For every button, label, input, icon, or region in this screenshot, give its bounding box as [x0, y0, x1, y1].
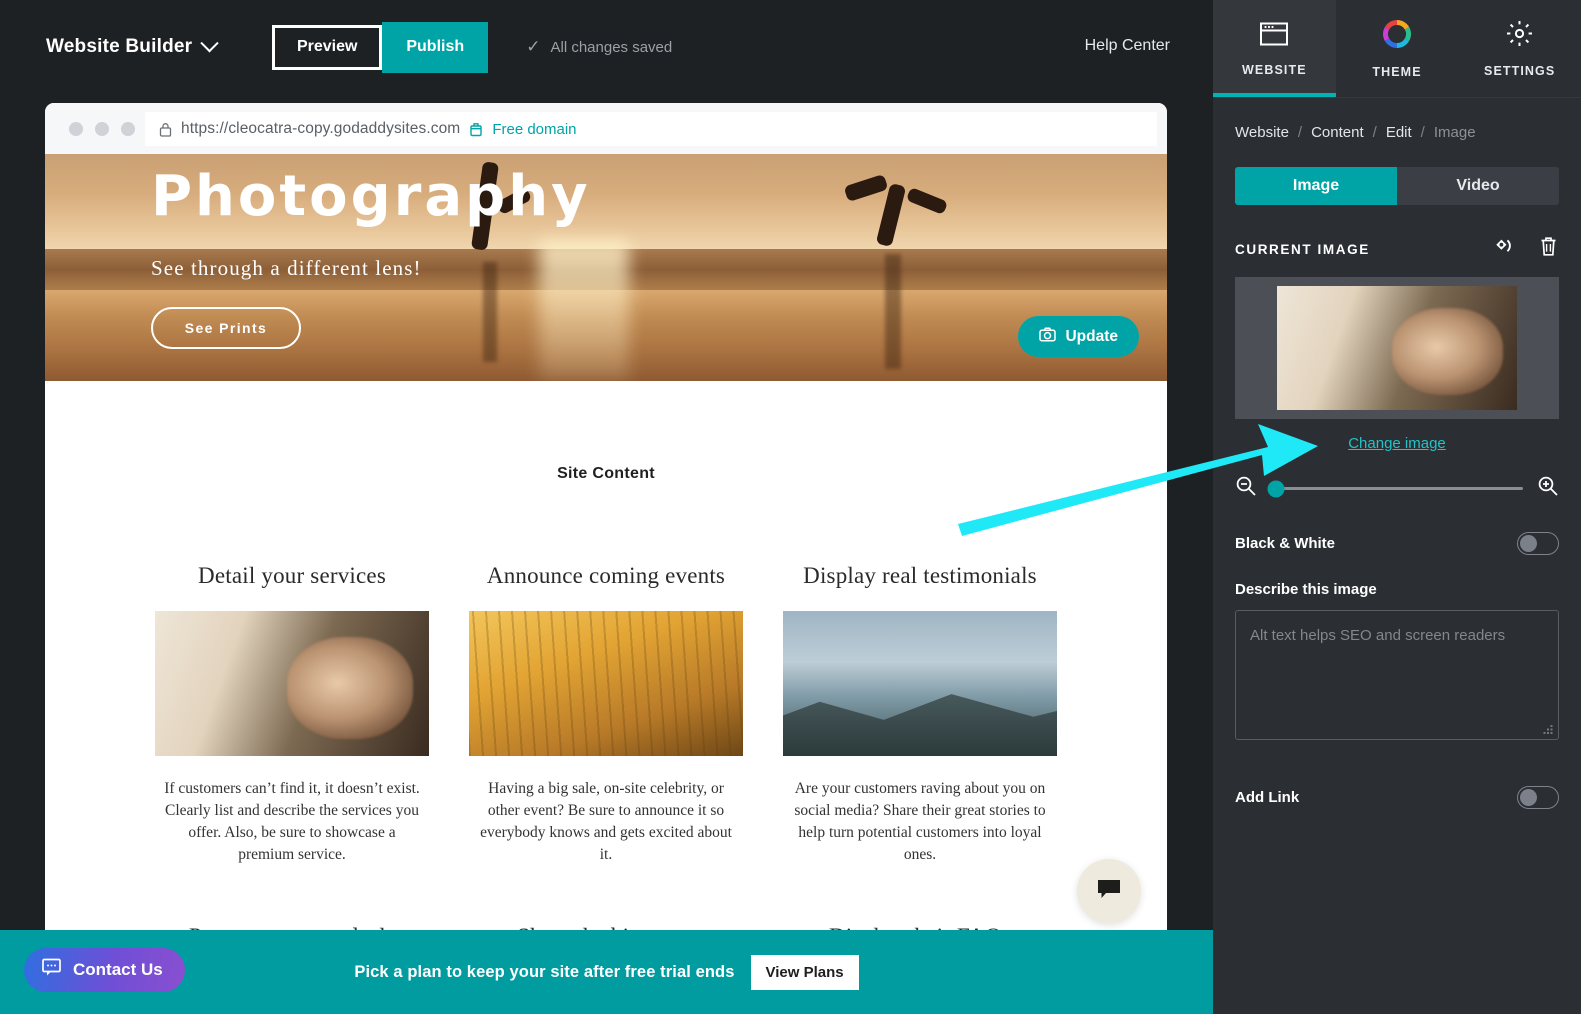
content-cards-row-1: Detail your services If customers can’t …: [45, 563, 1167, 866]
app-root: Website Builder Preview Publish ✓ All ch…: [0, 0, 1581, 1014]
zoom-out-icon[interactable]: [1235, 475, 1257, 502]
card-heading: Detail your services: [198, 563, 386, 588]
update-image-button[interactable]: Update: [1018, 316, 1139, 357]
media-tab-video[interactable]: Video: [1397, 167, 1559, 205]
preview-button[interactable]: Preview: [272, 24, 383, 70]
alt-text-placeholder: Alt text helps SEO and screen readers: [1250, 627, 1506, 644]
tab-settings-label: SETTINGS: [1484, 64, 1556, 78]
trial-message: Pick a plan to keep your site after free…: [354, 962, 735, 981]
panel-tabs: WEBSITE THEME SETTINGS: [1213, 0, 1581, 98]
zoom-slider-track[interactable]: [1267, 480, 1523, 497]
card-heading: Display real testimonials: [803, 563, 1037, 588]
add-link-row: Add Link: [1235, 786, 1559, 809]
describe-image-label: Describe this image: [1235, 581, 1377, 598]
see-prints-button[interactable]: See Prints: [151, 306, 301, 349]
chat-bubble-icon: [1096, 878, 1122, 905]
black-white-toggle[interactable]: [1517, 532, 1559, 555]
content-card[interactable]: Announce coming events Having a big sale…: [469, 563, 743, 866]
card-heading: Announce coming events: [486, 563, 726, 588]
resize-handle-icon[interactable]: [1543, 725, 1553, 735]
check-icon: ✓: [526, 37, 541, 56]
current-image-actions: [1492, 235, 1559, 263]
breadcrumb-item-website[interactable]: Website: [1235, 124, 1289, 141]
card-image-bride: [155, 611, 429, 756]
add-link-label: Add Link: [1235, 789, 1300, 806]
publish-button[interactable]: Publish: [382, 21, 489, 73]
close-dot-icon: [69, 121, 83, 136]
address-bar-url: https://cleocatra-copy.godaddysites.com: [181, 120, 461, 137]
breadcrumb-item-edit[interactable]: Edit: [1386, 124, 1412, 141]
camera-icon: [1039, 326, 1057, 347]
breadcrumb: Website / Content / Edit / Image: [1213, 98, 1581, 141]
card-image-mountains: [783, 611, 1057, 756]
window-dots: [69, 121, 135, 136]
current-image-thumbnail: [1277, 286, 1517, 410]
breadcrumb-item-content[interactable]: Content: [1311, 124, 1364, 141]
hero-copy: Photography See through a different lens…: [151, 164, 591, 349]
breadcrumb-separator: /: [1372, 124, 1377, 141]
site-content-area: Site Content Detail your services If cus…: [45, 381, 1167, 931]
content-card[interactable]: Display real testimonials Are your custo…: [783, 563, 1057, 866]
chat-widget-button[interactable]: [1077, 859, 1141, 923]
view-plans-button[interactable]: View Plans: [750, 954, 859, 990]
top-toolbar: Website Builder Preview Publish ✓ All ch…: [0, 0, 1213, 94]
editor-side-panel: WEBSITE THEME SETTINGS Website / Content…: [1213, 0, 1581, 1014]
contact-us-label: Contact Us: [73, 960, 163, 979]
tab-settings[interactable]: SETTINGS: [1458, 0, 1581, 97]
media-type-toggle: Image Video: [1235, 167, 1559, 205]
card-body: Are your customers raving about you on s…: [794, 780, 1046, 863]
change-image-row: Change image: [1213, 435, 1581, 453]
address-bar[interactable]: https://cleocatra-copy.godaddysites.com …: [145, 112, 1157, 146]
color-wheel-icon: [1382, 19, 1412, 54]
alt-text-input[interactable]: Alt text helps SEO and screen readers: [1235, 610, 1559, 740]
rotate-icon[interactable]: [1492, 236, 1516, 263]
delete-icon[interactable]: [1538, 235, 1559, 263]
card-body: Having a big sale, on-site celebrity, or…: [480, 780, 732, 863]
card-image-field: [469, 611, 743, 756]
card-body: If customers can’t find it, it doesn’t e…: [164, 780, 420, 863]
breadcrumb-separator: /: [1297, 124, 1303, 141]
tab-theme-label: THEME: [1372, 64, 1422, 79]
image-zoom-controls: [1235, 475, 1559, 502]
save-status: ✓ All changes saved: [526, 37, 672, 57]
current-image-preview[interactable]: [1235, 277, 1559, 419]
change-image-link[interactable]: Change image: [1348, 435, 1446, 452]
update-button-label: Update: [1065, 327, 1118, 345]
chevron-down-icon: [200, 33, 219, 52]
website-builder-menu[interactable]: Website Builder: [46, 33, 219, 58]
tag-icon: [469, 122, 483, 137]
gear-icon: [1505, 19, 1534, 53]
content-card[interactable]: Detail your services If customers can’t …: [155, 563, 429, 866]
tab-theme[interactable]: THEME: [1336, 0, 1459, 97]
add-link-toggle[interactable]: [1517, 786, 1559, 809]
hero-subtitle: See through a different lens!: [151, 255, 422, 280]
current-image-header: CURRENT IMAGE: [1235, 235, 1559, 263]
breadcrumb-separator: /: [1420, 124, 1425, 141]
minimize-dot-icon: [95, 121, 109, 136]
site-preview-frame: https://cleocatra-copy.godaddysites.com …: [45, 103, 1167, 931]
zoom-slider-handle[interactable]: [1267, 480, 1285, 497]
browser-chrome: https://cleocatra-copy.godaddysites.com …: [45, 103, 1167, 154]
black-white-row: Black & White: [1235, 532, 1559, 555]
tab-website-label: WEBSITE: [1242, 62, 1307, 77]
browser-window-icon: [1259, 21, 1289, 52]
zoom-in-icon[interactable]: [1537, 475, 1559, 502]
save-status-label: All changes saved: [550, 38, 673, 56]
contact-us-button[interactable]: Contact Us: [24, 948, 185, 992]
current-image-label: CURRENT IMAGE: [1235, 241, 1370, 257]
free-domain-link[interactable]: Free domain: [492, 121, 576, 138]
hero-section: Photography See through a different lens…: [45, 154, 1167, 381]
media-tab-image[interactable]: Image: [1235, 167, 1397, 205]
help-center-link[interactable]: Help Center: [1085, 37, 1170, 55]
lock-icon: [159, 122, 172, 137]
website-builder-label: Website Builder: [46, 36, 193, 57]
site-content-title: Site Content: [557, 465, 655, 482]
breadcrumb-item-image: Image: [1433, 124, 1476, 141]
tab-website[interactable]: WEBSITE: [1213, 0, 1336, 97]
chat-icon: [42, 958, 62, 982]
maximize-dot-icon: [121, 121, 135, 136]
black-white-label: Black & White: [1235, 535, 1336, 552]
hero-title: Photography: [151, 164, 591, 229]
